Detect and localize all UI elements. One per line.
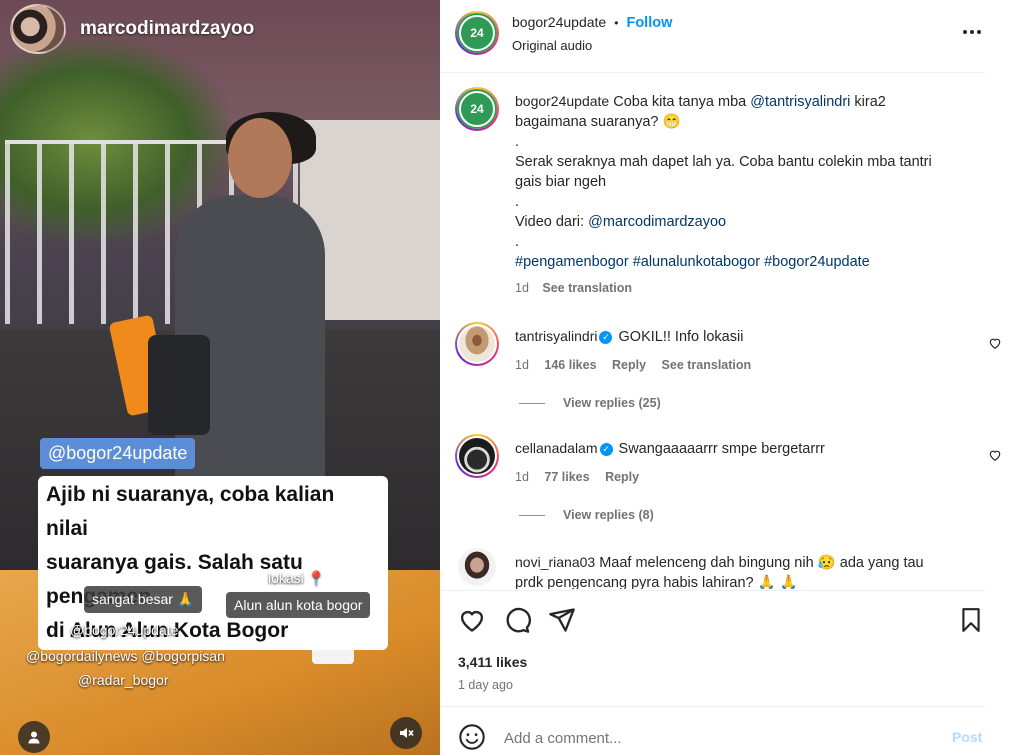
view-replies-button[interactable]: View replies (25) (515, 393, 955, 413)
caption-text: Video dari: (515, 214, 589, 230)
view-replies-label: View replies (25) (563, 396, 661, 410)
video-player[interactable]: marcodimardzayoo @bogor24update Ajib ni … (0, 0, 440, 755)
posted-time[interactable]: 1 day ago (458, 678, 513, 692)
caption-text: Serak seraknya mah dapet lah ya. Coba ba… (515, 154, 932, 190)
replies-divider (519, 515, 545, 517)
view-replies-label: View replies (8) (563, 508, 654, 522)
caption-author-avatar[interactable]: 24 (455, 87, 499, 131)
comment-author[interactable]: cellanadalam (515, 440, 598, 456)
caption-dot: . (515, 234, 520, 250)
bogor24-logo: 24 (459, 15, 495, 51)
more-options-button[interactable] (960, 22, 984, 42)
comment-time[interactable]: 1d (515, 358, 529, 372)
post-actions: 3,411 likes 1 day ago (440, 590, 985, 706)
post-header: 24 bogor24update • Follow Original audio (440, 0, 985, 73)
like-heart-icon[interactable] (458, 606, 486, 634)
video-user-avatar (10, 4, 66, 54)
mute-button[interactable] (390, 717, 422, 749)
comment-avatar-photo (459, 326, 495, 362)
emoji-smiley-icon[interactable] (458, 723, 486, 751)
video-overlay-location: Alun alun kota bogor (226, 592, 371, 618)
verified-badge-icon: ✓ (599, 330, 613, 344)
see-translation-button[interactable]: See translation (542, 281, 632, 295)
video-user-tag[interactable]: marcodimardzayoo (10, 4, 255, 54)
caption-dot: . (515, 194, 520, 210)
comment: tantrisyalindri ✓ GOKIL!! Info lokasii 1d… (455, 322, 1001, 422)
video-overlay-mention: @radar_bogor (78, 672, 169, 688)
comment-meta: 1d 146 likes Reply See translation (515, 355, 955, 375)
reply-button[interactable]: Reply (612, 358, 646, 372)
original-audio-link[interactable]: Original audio (512, 38, 592, 53)
save-bookmark-icon[interactable] (958, 606, 984, 634)
comment-likes[interactable]: 77 likes (544, 470, 589, 484)
header-account-name[interactable]: bogor24update (512, 14, 606, 30)
caption-meta: 1d See translation (515, 278, 955, 298)
video-username: marcodimardzayoo (80, 18, 255, 39)
post-caption: 24 bogor24update Coba kita tanya mba @ta… (455, 87, 986, 307)
bogor24-logo: 24 (459, 91, 495, 127)
post-comment-button[interactable]: Post (952, 729, 982, 745)
video-caption-line: Ajib ni suaranya, coba kalian nilai (46, 483, 335, 540)
see-translation-button[interactable]: See translation (662, 358, 752, 372)
comment-avatar[interactable] (455, 434, 499, 478)
like-comment-heart-icon[interactable] (988, 336, 1002, 350)
add-comment-bar: Post (440, 706, 985, 756)
verified-badge-icon: ✓ (599, 442, 613, 456)
view-replies-button[interactable]: View replies (8) (515, 505, 955, 525)
comment-input[interactable] (502, 724, 926, 752)
comment: cellanadalam ✓ Swangaaaaarrr smpe bergeta… (455, 434, 1001, 534)
comment-body: tantrisyalindri ✓ GOKIL!! Info lokasii 1d… (515, 326, 955, 413)
post-panel: 24 bogor24update • Follow Original audio… (440, 0, 1018, 755)
like-comment-heart-icon[interactable] (988, 448, 1002, 462)
likes-count[interactable]: 3,411 likes (458, 654, 527, 670)
account-avatar[interactable]: 24 (455, 11, 499, 55)
video-overlay-mention: @bogordailynews @bogorpisan (26, 648, 225, 664)
comment-time[interactable]: 1d (515, 470, 529, 484)
video-overlay-mention: @bogor24update (70, 622, 179, 638)
video-overlay-sangat-besar: sangat besar 🙏 (84, 586, 203, 613)
caption-text: Coba kita tanya mba (613, 94, 751, 110)
comment-body: cellanadalam ✓ Swangaaaaarrr smpe bergeta… (515, 438, 955, 525)
person-icon (28, 731, 40, 744)
muted-speaker-icon (400, 728, 414, 738)
comment-author[interactable]: novi_riana03 (515, 554, 595, 570)
video-person-head (228, 118, 292, 198)
caption-mention[interactable]: @marcodimardzayoo (588, 214, 726, 230)
more-horizontal-icon (963, 30, 981, 34)
comment-likes[interactable]: 146 likes (544, 358, 596, 372)
video-tag-pill: @bogor24update (40, 438, 196, 469)
video-overlay-lokasi: lokasi 📍 (268, 570, 326, 586)
video-speaker-bucket (148, 335, 210, 435)
comment-text: GOKIL!! Info lokasii (618, 329, 744, 345)
comment-text: Swangaaaaarrr smpe bergetarrr (618, 441, 825, 457)
comment: novi_riana03 Maaf melenceng dah bingung … (456, 548, 986, 589)
comment-author[interactable]: tantrisyalindri (515, 328, 597, 344)
caption-time[interactable]: 1d (515, 281, 529, 295)
header-separator: • (614, 16, 619, 30)
replies-divider (519, 403, 545, 405)
caption-dot: . (515, 134, 520, 150)
caption-body: bogor24update Coba kita tanya mba @tantr… (515, 91, 955, 298)
comment-avatar[interactable] (455, 322, 499, 366)
comment-body: novi_riana03 Maaf melenceng dah bingung … (515, 552, 955, 589)
follow-button[interactable]: Follow (626, 15, 672, 31)
comment-bubble-icon[interactable] (503, 606, 531, 634)
comment-avatar-photo (459, 438, 495, 474)
header-title-row: bogor24update • Follow (512, 14, 672, 31)
comment-avatar[interactable] (458, 548, 496, 586)
caption-hashtags[interactable]: #pengamenbogor #alunalunkotabogor #bogor… (515, 252, 955, 272)
reply-button[interactable]: Reply (605, 470, 639, 484)
comment-meta: 1d 77 likes Reply (515, 467, 955, 487)
caption-author[interactable]: bogor24update (515, 93, 609, 109)
user-tags-button[interactable] (18, 721, 50, 753)
caption-mention[interactable]: @tantrisyalindri (750, 94, 850, 110)
share-send-icon[interactable] (548, 606, 576, 634)
